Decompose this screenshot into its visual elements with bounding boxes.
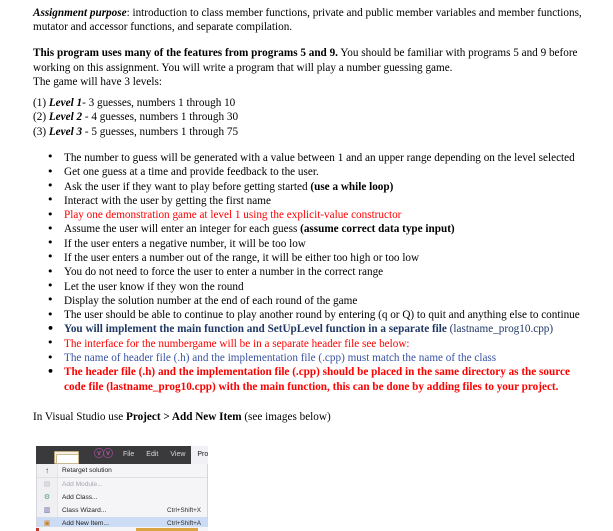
menu-item-shortcut: Ctrl+Shift+A [167, 520, 201, 527]
level-number: (1) [33, 97, 47, 110]
project-menu-dropdown: ↑ Retarget solution ▤ Add Module... ⚙ Ad… [36, 464, 208, 531]
menu-item-shortcut: Ctrl+Shift+X [167, 507, 201, 514]
menu-item-label: Class Wizard... [62, 507, 107, 514]
closing-suffix: (see images below) [241, 410, 331, 423]
requirement-item: The header file (.h) and the implementat… [33, 365, 591, 394]
closing-instruction: In Visual Studio use Project > Add New I… [33, 410, 591, 424]
add-module-icon: ▤ [43, 481, 51, 488]
requirement-item: Get one guess at a time and provide feed… [33, 165, 591, 180]
vs-title-bar: ⓥⓥ File Edit View Project Bu [36, 446, 208, 464]
requirement-text: The user should be able to continue to p… [64, 309, 580, 322]
retarget-icon: ↑ [45, 466, 49, 475]
menu-item-add-module[interactable]: ▤ Add Module... [37, 478, 207, 491]
levels-intro: The game will have 3 levels: [33, 75, 162, 88]
requirement-item: Let the user know if they won the round [33, 279, 591, 294]
menu-item-add-class[interactable]: ⚙ Add Class... [37, 491, 207, 504]
level-desc: - 4 guesses, numbers 1 through 30 [82, 111, 239, 124]
closing-prefix: In Visual Studio use [33, 410, 126, 423]
menu-item-label: Add New Item... [62, 520, 109, 527]
requirement-text: Get one guess at a time and provide feed… [64, 166, 319, 179]
level-desc: - 3 guesses, numbers 1 through 10 [82, 97, 236, 110]
requirement-emphasis: (use a while loop) [310, 180, 394, 193]
menu-item-label: Add Class... [62, 494, 98, 501]
levels-list: (1) Level 1- 3 guesses, numbers 1 throug… [33, 96, 591, 139]
level-item: (2) Level 2 - 4 guesses, numbers 1 throu… [33, 110, 591, 124]
program-note-bold: This program uses many of the features f… [33, 47, 338, 60]
class-wizard-icon: ▥ [43, 507, 51, 514]
requirement-item: Assume the user will enter an integer fo… [33, 222, 591, 237]
requirement-text: If the user enters a number out of the r… [64, 251, 420, 264]
menu-edit[interactable]: Edit [140, 446, 164, 464]
requirement-item: Ask the user if they want to play before… [33, 179, 591, 194]
requirement-emphasis: (assume correct data type input) [300, 223, 455, 236]
document-body: Assignment purpose: introduction to clas… [0, 0, 613, 424]
requirement-text: Play one demonstration game at level 1 u… [64, 209, 402, 222]
level-number: (3) [33, 125, 47, 138]
requirement-item: Display the solution number at the end o… [33, 293, 591, 308]
requirement-item: The user should be able to continue to p… [33, 308, 591, 323]
requirement-text: Interact with the user by getting the fi… [64, 194, 271, 207]
level-name: Level 3 [48, 125, 83, 138]
level-number: (2) [33, 111, 47, 124]
requirement-item: The interface for the numbergame will be… [33, 336, 591, 351]
level-name: Level 1 [48, 97, 83, 110]
requirement-text: Let the user know if they won the round [64, 280, 244, 293]
assignment-purpose-label: Assignment purpose [33, 7, 127, 19]
requirement-item: You will implement the main function and… [33, 322, 591, 337]
requirement-text: You will implement the main function and… [64, 323, 450, 336]
level-name: Level 2 [48, 111, 83, 124]
menu-item-class-wizard[interactable]: ▥ Class Wizard... Ctrl+Shift+X [37, 504, 207, 517]
closing-menu-path: Project > Add New Item [125, 410, 242, 423]
assignment-purpose-paragraph: Assignment purpose: introduction to clas… [33, 6, 591, 34]
requirement-text: The number to guess will be generated wi… [64, 151, 575, 164]
menu-project[interactable]: Project [191, 446, 208, 464]
requirement-item: You do not need to force the user to ent… [33, 265, 591, 280]
menu-item-label: Add Module... [62, 481, 103, 488]
add-new-item-icon: ▣ [43, 520, 51, 527]
requirement-item: Interact with the user by getting the fi… [33, 193, 591, 208]
add-class-icon: ⚙ [43, 494, 51, 501]
menu-item-retarget-solution[interactable]: ↑ Retarget solution [37, 464, 207, 478]
requirement-item: Play one demonstration game at level 1 u… [33, 208, 591, 223]
document-page: Assignment purpose: introduction to clas… [0, 0, 613, 531]
requirement-item: The name of header file (.h) and the imp… [33, 351, 591, 366]
requirement-text: Display the solution number at the end o… [64, 294, 358, 307]
visual-studio-screenshot: ⓥⓥ File Edit View Project Bu ↑ Retarget … [36, 446, 208, 531]
level-desc: - 5 guesses, numbers 1 through 75 [82, 125, 239, 138]
program-note-paragraph: This program uses many of the features f… [33, 46, 591, 74]
menu-file[interactable]: File [117, 446, 140, 464]
requirement-text: Ask the user if they want to play before… [64, 180, 311, 193]
requirements-list: The number to guess will be generated wi… [33, 150, 591, 394]
level-item: (3) Level 3 - 5 guesses, numbers 1 throu… [33, 125, 591, 139]
menu-item-label: Retarget solution [62, 467, 112, 474]
folder-icon [54, 448, 79, 464]
requirement-filename: (lastname_prog10.cpp) [449, 323, 554, 336]
menu-view[interactable]: View [164, 446, 191, 464]
requirement-text: The header file (.h) and the implementat… [64, 366, 570, 393]
requirement-text: If the user enters a negative number, it… [64, 237, 306, 250]
visual-studio-logo-icon: ⓥⓥ [94, 449, 113, 460]
requirement-item: If the user enters a negative number, it… [33, 236, 591, 251]
requirement-text: You do not need to force the user to ent… [64, 266, 384, 279]
requirement-text: The interface for the numbergame will be… [64, 337, 410, 350]
requirement-text: The name of header file (.h) and the imp… [64, 352, 497, 365]
vs-menu-bar: ⓥⓥ File Edit View Project Bu [94, 446, 208, 464]
level-item: (1) Level 1- 3 guesses, numbers 1 throug… [33, 96, 591, 110]
requirement-text: Assume the user will enter an integer fo… [64, 223, 301, 236]
requirement-item: If the user enters a number out of the r… [33, 250, 591, 265]
requirement-item: The number to guess will be generated wi… [33, 150, 591, 165]
vs-cropped-bottom-edge [36, 527, 208, 531]
